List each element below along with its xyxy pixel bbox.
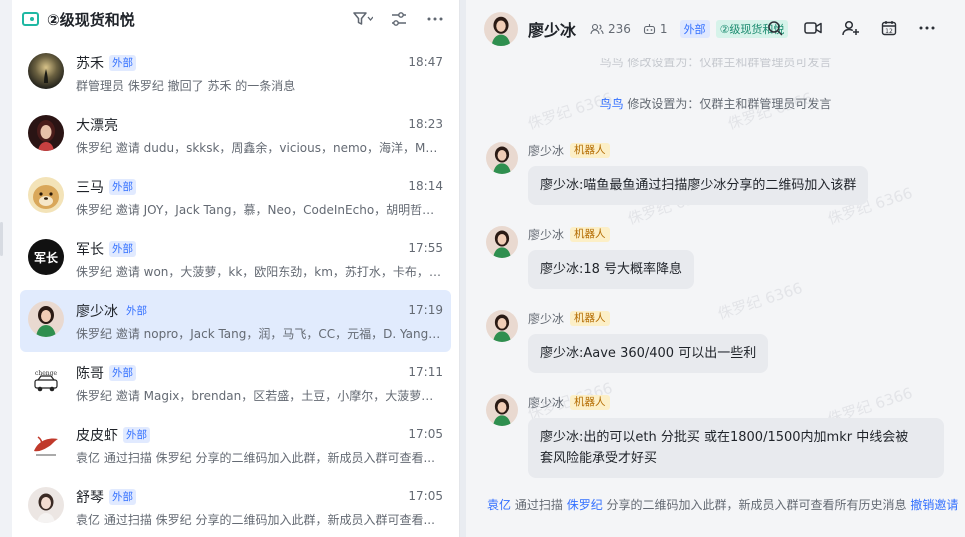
avatar: chenge: [28, 363, 64, 399]
chat-preview: 侏罗纪 邀请 Magix，brendan，区若盛，土豆，小摩尔，大菠萝，br..…: [76, 389, 443, 403]
sharer-link[interactable]: 侏罗纪: [567, 498, 603, 512]
chat-time: 17:05: [408, 427, 443, 441]
chat-time: 17:19: [408, 303, 443, 317]
chat-name: 苏禾 外部: [76, 53, 136, 73]
chat-item-liaoshaobing[interactable]: 廖少冰 外部 17:19 侏罗纪 邀请 nopro，Jack Tang，润，马飞，…: [20, 290, 451, 352]
joined-user-link[interactable]: 袁亿: [487, 498, 511, 512]
external-badge: 外部: [679, 20, 710, 38]
external-badge: 外部: [109, 179, 136, 195]
revoke-invite-link[interactable]: 撤销邀请: [910, 498, 958, 512]
chat-header: 廖少冰 236 1 外部 ②级现货和悦 12: [466, 0, 965, 58]
chat-list-header: ②级现货和悦: [12, 0, 459, 38]
chat-window: 廖少冰 236 1 外部 ②级现货和悦 12 侏罗纪 6366 侏罗纪 6366…: [466, 0, 965, 537]
avatar: [28, 115, 64, 151]
external-badge: 外部: [109, 55, 136, 71]
system-message: 鸟鸟 修改设置为：仅群主和群管理员可发言: [599, 97, 832, 111]
chat-time: 17:11: [408, 365, 443, 379]
message: 廖少冰 机器人 廖少冰:Aave 360/400 可以出一些利: [486, 310, 965, 380]
chat-name: 皮皮虾 外部: [76, 425, 150, 445]
collapsed-sidebar: [0, 0, 12, 537]
group-tag-icon: [22, 12, 39, 26]
sender-avatar[interactable]: [486, 226, 518, 258]
sender-name: 廖少冰 机器人: [528, 394, 610, 411]
message-bubble[interactable]: 廖少冰:出的可以eth 分批买 或在1800/1500内加mkr 中线会被 套风…: [528, 418, 944, 478]
svg-text:12: 12: [885, 28, 893, 35]
chat-item-sanma[interactable]: 三马 外部 18:14 侏罗纪 邀请 JOY，Jack Tang，慕，Neo，Co…: [12, 166, 451, 228]
bot-icon: [643, 24, 655, 35]
filter-icon[interactable]: [353, 9, 373, 29]
chat-time: 18:47: [408, 55, 443, 69]
chat-item-junzhang[interactable]: 军长 军长 外部 17:55 侏罗纪 邀请 won，大菠萝，kk，欧阳东劲，km，…: [12, 228, 451, 290]
search-icon[interactable]: [765, 18, 785, 38]
sender-avatar[interactable]: [486, 394, 518, 426]
members-icon: [590, 23, 604, 35]
sender-avatar[interactable]: [486, 142, 518, 174]
chat-name: 军长 外部: [76, 239, 136, 259]
avatar: 军长: [28, 239, 64, 275]
chat-time: 17:55: [408, 241, 443, 255]
external-badge: 外部: [123, 303, 150, 319]
settings-sliders-icon[interactable]: [389, 9, 409, 29]
sender-name: 廖少冰 机器人: [528, 142, 610, 159]
avatar: [28, 487, 64, 523]
sender-avatar[interactable]: [486, 310, 518, 342]
external-badge: 外部: [123, 427, 150, 443]
chat-preview: 侏罗纪 邀请 dudu，skksk，周鑫余，vicious，nemo，海洋，Me…: [76, 141, 443, 155]
chat-preview: 群管理员 侏罗纪 撤回了 苏禾 的一条消息: [76, 79, 296, 93]
more-icon[interactable]: [917, 18, 937, 38]
chat-item-dapiaoliang[interactable]: 大漂亮 18:23 侏罗纪 邀请 dudu，skksk，周鑫余，vicious，…: [12, 104, 451, 166]
chat-title: 廖少冰: [528, 21, 577, 40]
chat-item-pipixia[interactable]: 皮皮虾 外部 17:05 袁亿 通过扫描 侏罗纪 分享的二维码加入此群，新成员入群…: [12, 414, 451, 476]
chat-name: 陈哥 外部: [76, 363, 136, 383]
message: 廖少冰 机器人 廖少冰:18 号大概率降息: [486, 226, 965, 296]
chat-preview: 侏罗纪 邀请 won，大菠萝，kk，欧阳东劲，km，苏打水，卡布，李...: [76, 265, 443, 279]
chat-item-shuqin[interactable]: 舒琴 外部 17:05 袁亿 通过扫描 侏罗纪 分享的二维码加入此群，新成员入群可…: [12, 476, 451, 537]
chat-name: 舒琴 外部: [76, 487, 136, 507]
chat-preview: 侏罗纪 邀请 JOY，Jack Tang，慕，Neo，CodeInEcho，胡明…: [76, 203, 443, 217]
message-bubble[interactable]: 廖少冰:喵鱼最鱼通过扫描廖少冰分享的二维码加入该群: [528, 166, 869, 205]
avatar: [28, 425, 64, 461]
chat-preview: 袁亿 通过扫描 侏罗纪 分享的二维码加入此群，新成员入群可查看...: [76, 513, 435, 527]
chat-name: 廖少冰 外部: [76, 301, 150, 321]
member-count[interactable]: 236: [590, 22, 631, 36]
calendar-icon[interactable]: 12: [879, 18, 899, 38]
chat-preview: 侏罗纪 邀请 nopro，Jack Tang，润，马飞，CC，元福，D. Yan…: [76, 327, 443, 341]
avatar: [28, 177, 64, 213]
avatar: [28, 53, 64, 89]
chat-time: 18:23: [408, 117, 443, 131]
add-member-icon[interactable]: [841, 18, 861, 38]
sender-name: 廖少冰 机器人: [528, 310, 610, 327]
bot-badge: 机器人: [570, 143, 610, 158]
bot-count[interactable]: 1: [643, 22, 668, 36]
message: 廖少冰 机器人 廖少冰:出的可以eth 分批买 或在1800/1500内加mkr …: [486, 394, 965, 484]
avatar: [28, 301, 64, 337]
external-badge: 外部: [109, 365, 136, 381]
chat-preview: 袁亿 通过扫描 侏罗纪 分享的二维码加入此群，新成员入群可查看...: [76, 451, 435, 465]
chat-item-chenge[interactable]: chenge 陈哥 外部 17:11 侏罗纪 邀请 Magix，brendan，区…: [12, 352, 451, 414]
message-bubble[interactable]: 廖少冰:18 号大概率降息: [528, 250, 695, 289]
chat-avatar[interactable]: [484, 12, 518, 46]
more-icon[interactable]: [425, 9, 445, 29]
bot-badge: 机器人: [570, 311, 610, 326]
chat-list: 苏禾 外部 18:47 群管理员 侏罗纪 撤回了 苏禾 的一条消息 大漂亮 18:…: [12, 42, 451, 537]
chat-time: 18:14: [408, 179, 443, 193]
sender-name: 廖少冰 机器人: [528, 226, 610, 243]
message: 廖少冰 机器人 廖少冰:喵鱼最鱼通过扫描廖少冰分享的二维码加入该群: [486, 142, 965, 212]
chat-list-pane: ②级现货和悦 苏禾外部 18:47 群管理员 侏罗纪 撤回了 苏禾 的一条消息: [0, 0, 460, 537]
system-actor-link[interactable]: 鸟鸟: [600, 97, 624, 111]
chat-name: 大漂亮: [76, 118, 118, 134]
video-call-icon[interactable]: [803, 18, 823, 38]
bot-badge: 机器人: [570, 395, 610, 410]
external-badge: 外部: [109, 241, 136, 257]
chat-time: 17:05: [408, 489, 443, 503]
bot-badge: 机器人: [570, 227, 610, 242]
chat-name: 三马 外部: [76, 177, 136, 197]
external-badge: 外部: [109, 489, 136, 505]
system-message-join: 袁亿 通过扫描 侏罗纪 分享的二维码加入此群，新成员入群可查看所有历史消息 撤销…: [487, 498, 959, 512]
sidebar-handle[interactable]: [0, 222, 3, 256]
message-bubble[interactable]: 廖少冰:Aave 360/400 可以出一些利: [528, 334, 769, 373]
chat-item-suhe[interactable]: 苏禾 外部 18:47 群管理员 侏罗纪 撤回了 苏禾 的一条消息: [12, 42, 451, 104]
group-filter-title: ②级现货和悦: [47, 10, 135, 29]
